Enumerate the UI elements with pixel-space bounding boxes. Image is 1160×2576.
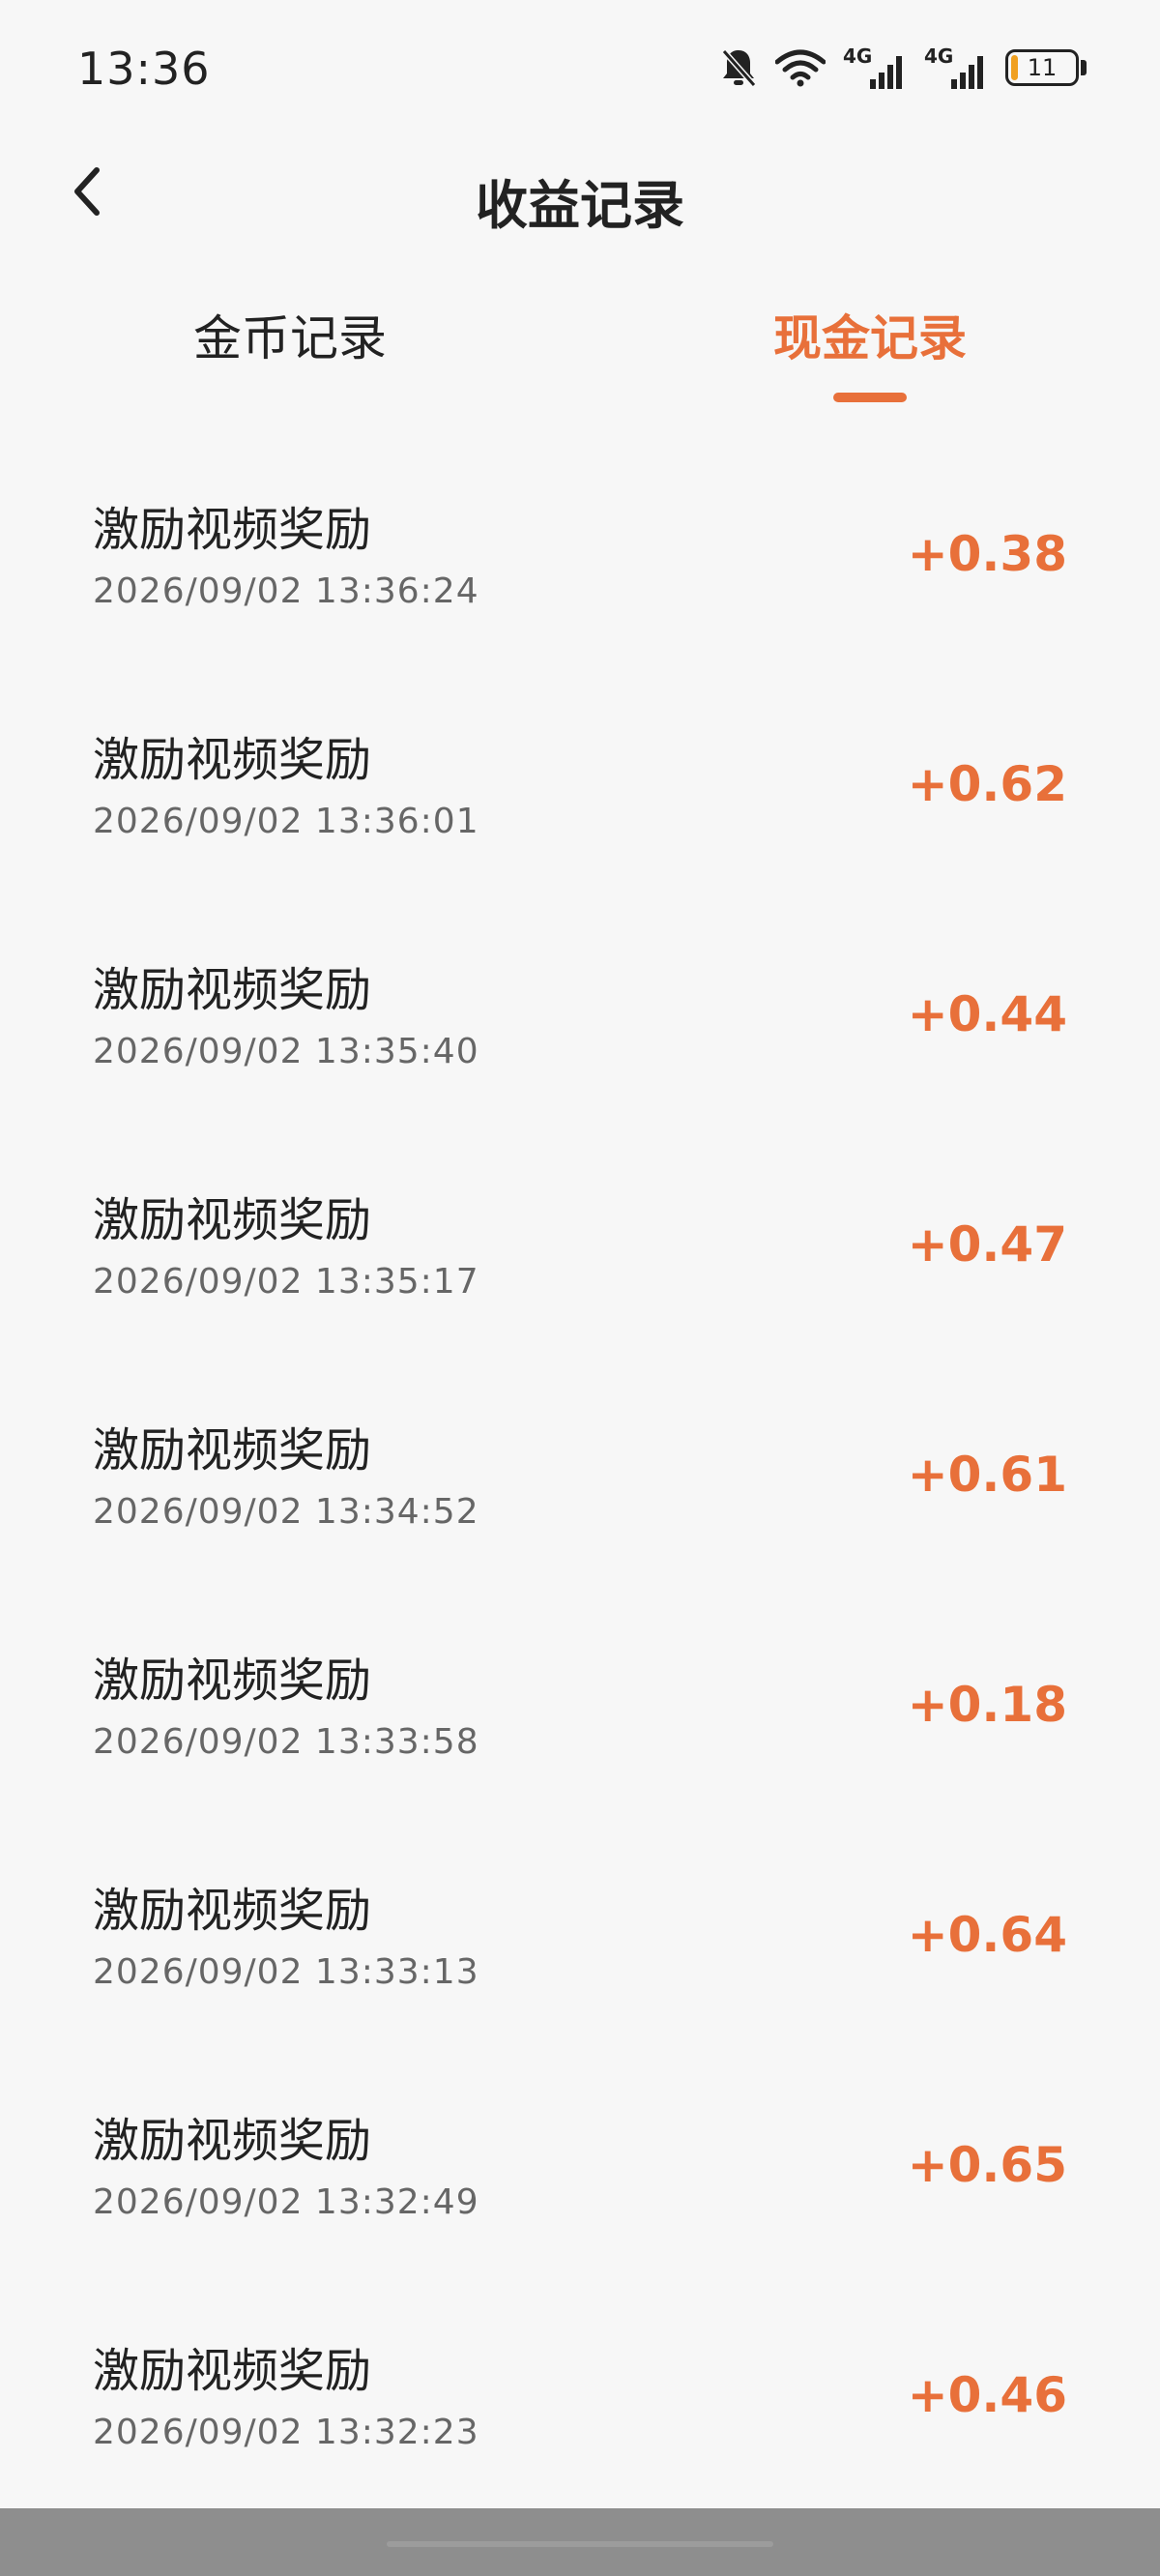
record-title: 激励视频奖励: [93, 1654, 372, 1708]
signal-icon: 4G: [843, 44, 907, 91]
record-time: 2026/09/02 13:33:58: [93, 1722, 479, 1762]
list-item: 激励视频奖励 2026/09/02 13:35:40 +0.44: [0, 903, 1160, 1133]
record-time: 2026/09/02 13:33:13: [93, 1952, 479, 1992]
battery-nub: [1081, 60, 1087, 75]
tab-active-indicator: [833, 393, 907, 402]
battery-level: 11: [1027, 54, 1058, 81]
record-amount: +0.46: [907, 2367, 1067, 2423]
record-amount: +0.65: [907, 2137, 1067, 2193]
record-time: 2026/09/02 13:35:40: [93, 1032, 479, 1071]
record-amount: +0.47: [907, 1216, 1067, 1273]
record-time: 2026/09/02 13:32:23: [93, 2413, 479, 2452]
record-time: 2026/09/02 13:36:01: [93, 802, 479, 841]
record-amount: +0.62: [907, 756, 1067, 812]
wifi-icon: [775, 48, 826, 87]
signal-icon: 4G: [924, 44, 988, 91]
status-icons: 4G 4G 11: [719, 44, 1087, 91]
record-title: 激励视频奖励: [93, 503, 372, 557]
list-item: 激励视频奖励 2026/09/02 13:33:58 +0.18: [0, 1594, 1160, 1824]
list-item: 激励视频奖励 2026/09/02 13:32:23 +0.46: [0, 2284, 1160, 2514]
list-item: 激励视频奖励 2026/09/02 13:35:17 +0.47: [0, 1133, 1160, 1363]
bell-muted-icon: [719, 46, 758, 89]
tab-bar: 金币记录 现金记录: [0, 300, 1160, 406]
record-title: 激励视频奖励: [93, 2344, 372, 2398]
list-item: 激励视频奖励 2026/09/02 13:33:13 +0.64: [0, 1824, 1160, 2054]
record-amount: +0.61: [907, 1447, 1067, 1503]
record-title: 激励视频奖励: [93, 1193, 372, 1247]
status-bar: 13:36 4G 4G 11: [0, 0, 1160, 145]
record-title: 激励视频奖励: [93, 733, 372, 787]
record-title: 激励视频奖励: [93, 1884, 372, 1938]
record-amount: +0.38: [907, 526, 1067, 582]
record-title: 激励视频奖励: [93, 1423, 372, 1478]
record-title: 激励视频奖励: [93, 2114, 372, 2168]
record-time: 2026/09/02 13:34:52: [93, 1492, 479, 1532]
header: 收益记录: [0, 145, 1160, 242]
records-list[interactable]: 激励视频奖励 2026/09/02 13:36:24 +0.38 激励视频奖励 2026…: [0, 443, 1160, 2514]
record-amount: +0.18: [907, 1677, 1067, 1733]
list-item: 激励视频奖励 2026/09/02 13:36:01 +0.62: [0, 673, 1160, 903]
page-title: 收益记录: [476, 175, 684, 236]
tab-coin-records[interactable]: 金币记录: [145, 300, 435, 369]
record-title: 激励视频奖励: [93, 963, 372, 1017]
record-amount: +0.44: [907, 986, 1067, 1042]
record-time: 2026/09/02 13:36:24: [93, 571, 479, 611]
record-time: 2026/09/02 13:32:49: [93, 2182, 479, 2222]
bottom-sheet-overlay: [0, 2508, 1160, 2576]
record-time: 2026/09/02 13:35:17: [93, 1262, 479, 1302]
record-amount: +0.64: [907, 1907, 1067, 1963]
list-item: 激励视频奖励 2026/09/02 13:32:49 +0.65: [0, 2054, 1160, 2284]
gesture-handle[interactable]: [387, 2541, 773, 2547]
battery-icon: 11: [1005, 49, 1079, 86]
list-item: 激励视频奖励 2026/09/02 13:36:24 +0.38: [0, 443, 1160, 673]
list-item: 激励视频奖励 2026/09/02 13:34:52 +0.61: [0, 1363, 1160, 1594]
status-time: 13:36: [77, 43, 211, 95]
tab-cash-records[interactable]: 现金记录: [725, 300, 1015, 369]
